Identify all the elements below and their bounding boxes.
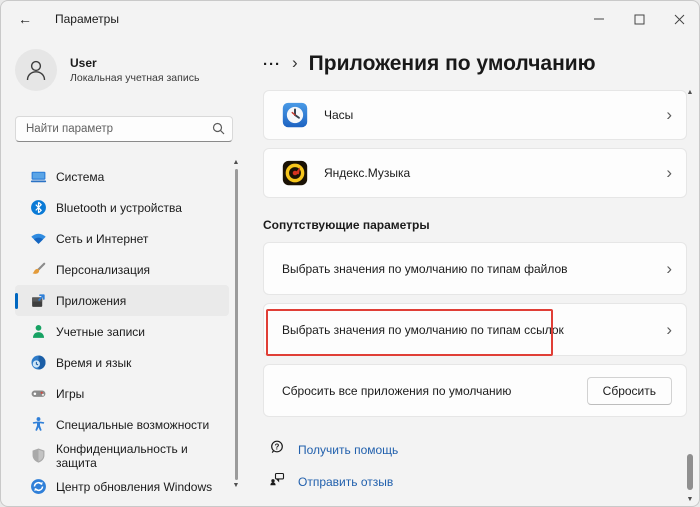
app-row-clock[interactable]: Часы › (263, 90, 687, 140)
setting-row-defaults-by-link-type[interactable]: Выбрать значения по умолчанию по типам с… (263, 303, 687, 356)
sidebar-item-label: Центр обновления Windows (56, 479, 213, 494)
window-title: Параметры (55, 12, 119, 26)
sidebar-item-label: Приложения (56, 293, 127, 308)
app-name: Яндекс.Музыка (324, 166, 411, 180)
reset-label: Сбросить все приложения по умолчанию (282, 383, 512, 398)
sidebar-item-bluetooth[interactable]: Bluetooth и устройства (15, 192, 229, 223)
sidebar-item-privacy[interactable]: Конфиденциальность и защита (15, 440, 229, 471)
sidebar-item-label: Система (56, 169, 105, 184)
network-icon (30, 230, 47, 247)
windows-update-icon (30, 478, 47, 495)
sidebar-item-windows-update[interactable]: Центр обновления Windows (15, 471, 229, 502)
scroll-up-icon[interactable]: ▲ (687, 89, 694, 97)
close-icon[interactable] (659, 1, 699, 37)
sidebar-item-label: Специальные возможности (56, 417, 210, 432)
sidebar-item-accessibility[interactable]: Специальные возможности (15, 409, 229, 440)
setting-label: Выбрать значения по умолчанию по типам с… (282, 322, 564, 337)
accessibility-icon (30, 416, 47, 433)
search-box (15, 116, 233, 142)
privacy-icon (30, 447, 47, 464)
get-help-icon: ? (269, 439, 285, 460)
sidebar-scrollbar-thumb[interactable] (234, 169, 238, 480)
clock-app-icon (282, 102, 308, 128)
send-feedback-row: Отправить отзыв (263, 471, 687, 492)
sidebar-item-label: Время и язык (56, 355, 132, 370)
reset-button[interactable]: Сбросить (586, 376, 672, 405)
search-icon (212, 122, 225, 140)
get-help-row: ? Получить помощь (263, 439, 687, 460)
reset-defaults-row: Сбросить все приложения по умолчанию Сбр… (263, 364, 687, 417)
app-name: Часы (324, 108, 354, 122)
main-content: ··· › Приложения по умолчанию Часы › Янд… (251, 37, 699, 506)
sidebar-item-label: Персонализация (56, 262, 151, 277)
page-title: Приложения по умолчанию (308, 52, 596, 75)
scroll-up-icon[interactable]: ▲ (233, 159, 240, 167)
user-name: User (70, 56, 97, 70)
send-feedback-icon (269, 471, 285, 492)
apps-icon (30, 292, 47, 309)
chevron-right-icon: › (666, 105, 672, 124)
app-row-yandex-music[interactable]: Яндекс.Музыка › (263, 148, 687, 198)
personalization-icon (30, 261, 47, 278)
system-icon (30, 168, 47, 185)
sidebar-item-label: Конфиденциальность и защита (56, 441, 188, 470)
accounts-icon (30, 323, 47, 340)
time-language-icon (30, 354, 47, 371)
search-input[interactable] (15, 116, 233, 142)
chevron-right-icon: › (666, 319, 672, 339)
breadcrumb-ellipsis-button[interactable]: ··· (263, 56, 281, 73)
sidebar-item-label: Сеть и Интернет (56, 231, 149, 246)
gaming-icon (30, 385, 47, 402)
main-scrollbar[interactable]: ▲ ▼ (684, 89, 696, 504)
sidebar-item-accounts[interactable]: Учетные записи (15, 316, 229, 347)
sidebar-item-label: Учетные записи (56, 324, 145, 339)
sidebar-item-time-language[interactable]: Время и язык (15, 347, 229, 378)
sidebar-item-personalization[interactable]: Персонализация (15, 254, 229, 285)
related-settings-header: Сопутствующие параметры (263, 218, 430, 232)
sidebar-item-gaming[interactable]: Игры (15, 378, 229, 409)
account-type: Локальная учетная запись (70, 72, 200, 84)
sidebar: User Локальная учетная запись Найти пара… (1, 37, 251, 506)
sidebar-nav: Система Bluetooth и устройства Сеть и Ин… (15, 161, 229, 502)
chevron-right-icon: › (666, 163, 672, 182)
bluetooth-icon (30, 199, 47, 216)
send-feedback-link[interactable]: Отправить отзыв (298, 475, 393, 489)
sidebar-item-label: Bluetooth и устройства (56, 200, 182, 215)
minimize-icon[interactable] (579, 1, 619, 37)
scroll-down-icon[interactable]: ▼ (687, 496, 694, 504)
scroll-down-icon[interactable]: ▼ (233, 482, 240, 490)
yandex-music-icon (282, 160, 308, 186)
setting-label: Выбрать значения по умолчанию по типам ф… (282, 261, 568, 276)
sidebar-item-network[interactable]: Сеть и Интернет (15, 223, 229, 254)
sidebar-item-label: Игры (56, 386, 85, 401)
main-scrollbar-thumb[interactable] (687, 454, 693, 490)
breadcrumb: ··· › Приложения по умолчанию (263, 49, 687, 79)
avatar (15, 49, 57, 91)
sidebar-scrollbar[interactable]: ▲ ▼ (231, 159, 241, 490)
sidebar-item-apps[interactable]: Приложения (15, 285, 229, 316)
sidebar-item-system[interactable]: Система (15, 161, 229, 192)
back-icon[interactable]: ← (9, 6, 41, 32)
setting-row-defaults-by-file-type[interactable]: Выбрать значения по умолчанию по типам ф… (263, 242, 687, 295)
breadcrumb-chevron-icon: › (292, 53, 298, 72)
get-help-link[interactable]: Получить помощь (298, 443, 398, 457)
svg-text:?: ? (275, 442, 280, 451)
maximize-icon[interactable] (619, 1, 659, 37)
titlebar: ← Параметры (1, 1, 699, 37)
settings-window: ← Параметры User Локальная учетная запис… (0, 0, 700, 507)
user-profile[interactable]: User Локальная учетная запись (15, 49, 235, 91)
chevron-right-icon: › (666, 258, 672, 278)
